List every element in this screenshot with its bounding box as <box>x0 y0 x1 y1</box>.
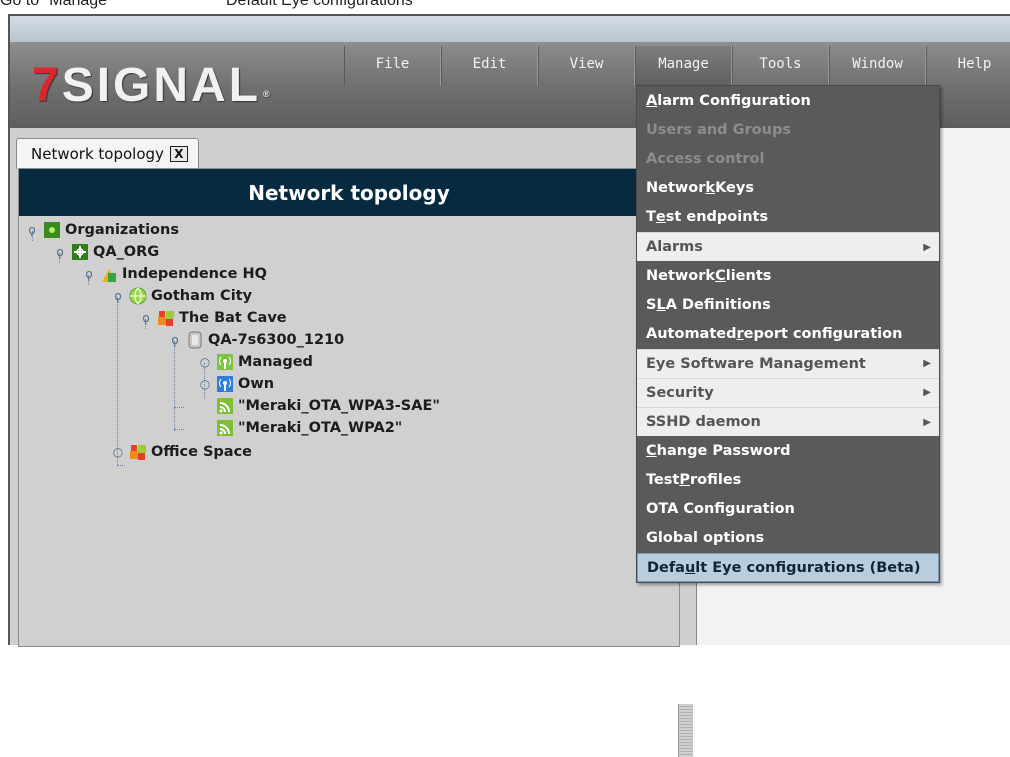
caption-step: Go to "Manage" <box>0 0 113 9</box>
menu-item-automated-report-configuration[interactable]: Automated r eport configuration <box>637 320 939 349</box>
wifi-network-icon <box>216 419 234 437</box>
building-icon <box>100 265 118 283</box>
menu-item-eye-software-management[interactable]: Eye Software Management ▶ <box>637 348 939 378</box>
menu-help[interactable]: Help <box>926 46 1010 86</box>
tree-node-label: "Meraki_OTA_WPA2" <box>238 420 403 436</box>
panel-title: Network topology <box>19 169 679 216</box>
tree-node-label: Independence HQ <box>122 266 267 282</box>
manage-dropdown-menu: Alarm Configuration Users and Groups Acc… <box>636 85 940 584</box>
tree-node-organizations[interactable]: ǫ Organizations <box>25 219 179 241</box>
menu-item-alarms[interactable]: Alarms ▶ <box>637 231 939 262</box>
expand-toggle-icon[interactable]: ǫ <box>111 289 125 303</box>
caption-target: Default Eye configurations <box>226 0 413 9</box>
brand-logo: 7SIGNAL ® <box>32 59 270 112</box>
expand-toggle-icon[interactable]: ǫ <box>139 311 153 325</box>
menu-item-alarm-configuration[interactable]: Alarm Configuration <box>637 86 939 115</box>
menu-view[interactable]: View <box>538 46 635 86</box>
tree-node-meraki-wpa2[interactable]: "Meraki_OTA_WPA2" <box>198 417 402 439</box>
menu-item-access-control: Access control <box>646 150 765 167</box>
menu-edit[interactable]: Edit <box>441 46 538 86</box>
menu-item-sla-definitions[interactable]: SLA Definitions <box>637 290 939 319</box>
tree-node-label: Managed <box>238 354 313 370</box>
puzzle-icon <box>129 443 147 461</box>
tree-node-meraki-wpa3[interactable]: "Meraki_OTA_WPA3-SAE" <box>198 395 440 417</box>
tree-node-label: Organizations <box>65 222 179 238</box>
antenna-managed-icon <box>216 353 234 371</box>
expand-toggle-icon[interactable]: ǫ <box>53 245 67 259</box>
menu-item-network-keys[interactable]: Networ k Keys <box>637 174 939 203</box>
menu-item-network-clients[interactable]: Network Clients <box>637 261 939 290</box>
tree-node-managed[interactable]: ○ Managed <box>198 351 313 373</box>
collapsed-toggle-icon[interactable]: ○ <box>198 355 212 369</box>
menu-item-security[interactable]: Security ▶ <box>637 377 939 408</box>
panel-splitter[interactable] <box>678 704 693 757</box>
submenu-arrow-icon: ▶ <box>923 241 931 253</box>
step-caption: Go to "Manage" Default Eye configuration… <box>0 0 413 10</box>
tree-node-independence-hq[interactable]: ǫ Independence HQ <box>82 263 267 285</box>
menu-tools[interactable]: Tools <box>732 46 829 86</box>
tree-node-qa-org[interactable]: ǫ QA_ORG <box>53 241 159 263</box>
tree-node-gotham-city[interactable]: ǫ Gotham City <box>111 285 252 307</box>
tree-node-the-bat-cave[interactable]: ǫ The Bat Cave <box>139 307 287 329</box>
title-strip <box>10 16 1010 42</box>
collapsed-toggle-icon[interactable]: ○ <box>198 377 212 391</box>
tab-label: Network topology <box>31 145 164 163</box>
org-gear-icon <box>71 243 89 261</box>
globe-icon <box>129 287 147 305</box>
menu-manage[interactable]: Manage <box>635 46 732 86</box>
tree-node-label: Office Space <box>151 444 253 460</box>
tree-node-own[interactable]: ○ Own <box>198 373 274 395</box>
submenu-arrow-icon: ▶ <box>923 358 931 370</box>
tab-network-topology[interactable]: Network topology X <box>16 138 199 169</box>
submenu-arrow-icon: ▶ <box>923 387 931 399</box>
eye-sensor-icon <box>186 331 204 349</box>
topology-panel: Network topology ǫ Organizations ǫ QA_OR… <box>18 168 680 647</box>
topology-tree: ǫ Organizations ǫ QA_ORG ǫ Independence … <box>19 217 679 637</box>
menu-item-default-eye-configurations[interactable]: Defa u lt Eye configurations (Beta) <box>637 553 939 583</box>
expand-toggle-icon[interactable]: ǫ <box>25 223 39 237</box>
menu-item-users-and-groups: Users and Groups <box>646 121 791 138</box>
close-icon[interactable]: X <box>169 146 188 162</box>
expand-toggle-icon[interactable]: ǫ <box>82 267 96 281</box>
menu-item-test-profiles[interactable]: Test Profiles <box>637 465 939 494</box>
tab-area: Network topology X Network topology ǫ Or… <box>10 128 696 757</box>
tree-node-eye-sensor[interactable]: ǫ QA-7s6300_1210 <box>168 329 344 351</box>
menu-item-sshd-daemon[interactable]: SSHD daemon ▶ <box>637 407 939 437</box>
menu-bar: File Edit View Manage Tools Window Help <box>344 46 1010 86</box>
collapsed-toggle-icon[interactable]: ○ <box>111 445 125 459</box>
wifi-network-icon <box>216 397 234 415</box>
menu-item-test-endpoints[interactable]: Te st endpoints <box>637 203 939 232</box>
tree-node-label: Gotham City <box>151 288 253 304</box>
menu-item-ota-configuration[interactable]: OTA Configuration <box>637 495 939 524</box>
menu-file[interactable]: File <box>344 46 441 86</box>
organization-icon <box>43 221 61 239</box>
tree-node-label: QA_ORG <box>93 244 160 260</box>
antenna-own-icon <box>216 375 234 393</box>
tree-node-label: Own <box>238 376 275 392</box>
menu-item-change-password[interactable]: Change Password <box>637 436 939 465</box>
submenu-arrow-icon: ▶ <box>923 416 931 428</box>
tree-node-label: "Meraki_OTA_WPA3-SAE" <box>238 398 440 414</box>
puzzle-icon <box>157 309 175 327</box>
menu-item-global-options[interactable]: Global options <box>637 524 939 553</box>
tree-node-label: The Bat Cave <box>179 310 287 326</box>
expand-toggle-icon[interactable]: ǫ <box>168 333 182 347</box>
tree-node-office-space[interactable]: ○ Office Space <box>111 441 252 463</box>
menu-window[interactable]: Window <box>829 46 926 86</box>
tree-node-label: QA-7s6300_1210 <box>208 332 345 348</box>
